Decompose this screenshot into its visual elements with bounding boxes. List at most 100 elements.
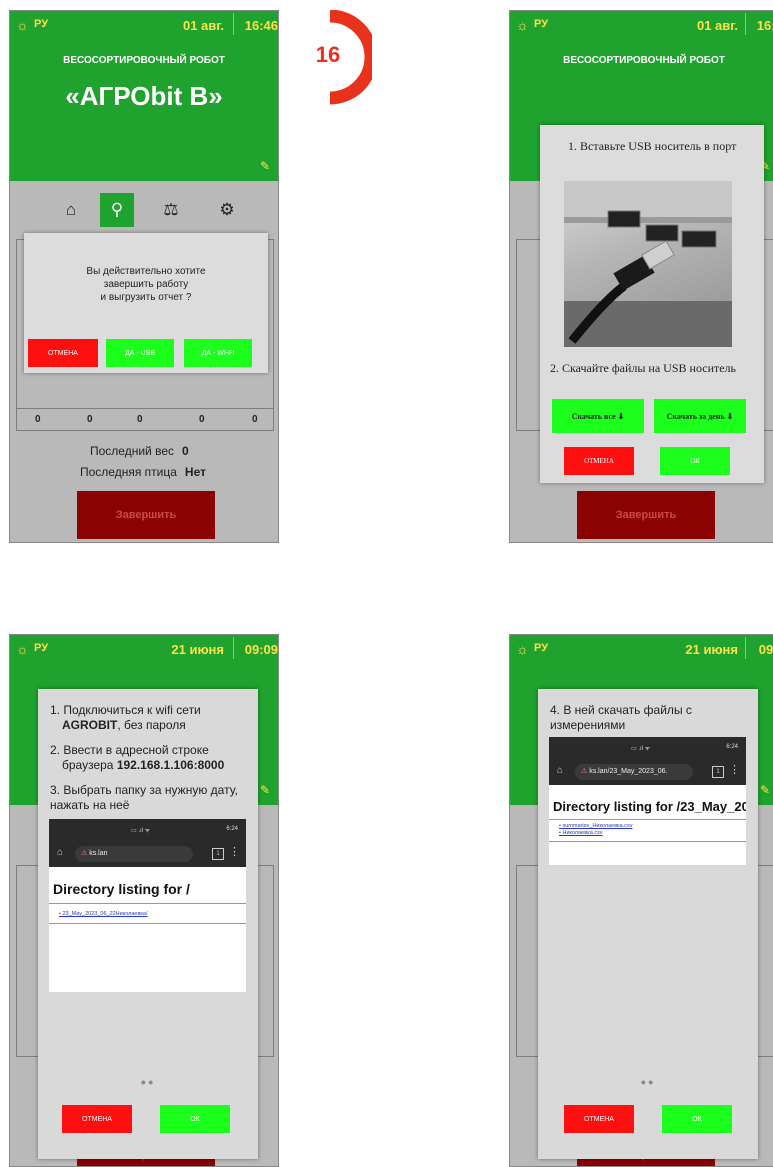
language-label[interactable]: РУ (34, 18, 48, 30)
edit-icon[interactable]: ✎ (760, 783, 770, 797)
confirm-line: завершить работу (103, 279, 189, 290)
date-label: 21 июня (685, 642, 738, 657)
download-icon: ⬇ (615, 411, 625, 421)
sun-icon[interactable]: ☼ (516, 641, 529, 657)
listing-heading: Directory listing for /23_May_2023_ (553, 799, 746, 814)
url-text: ks.lan/23_May_2023_06. (589, 768, 668, 775)
cancel-button[interactable]: ОТМЕНА (62, 1105, 132, 1133)
count-cell: 0 (199, 414, 205, 425)
network-name: AGROBIT (62, 718, 118, 732)
browser-screenshot: ▭ .ıl ᯤ 6:24 ⌂ ⚠ ks.lan/23_May_2023_06. 1… (549, 737, 746, 865)
yes-usb-button[interactable]: ДА - USB (106, 339, 174, 367)
confirm-dialog: Вы действительно хотите завершить работу… (24, 233, 268, 373)
download-day-button[interactable]: Скачать за день ⬇ (654, 399, 746, 433)
wifi-step-2-detail: браузера 192.168.1.106:8000 (50, 758, 260, 773)
time-label: 09:09 (758, 642, 773, 657)
tabs-icon: 1 (212, 848, 224, 860)
lock-icon: ⚠ (581, 768, 590, 775)
count-cell: 0 (137, 414, 143, 425)
lock-icon: ⚠ (81, 850, 90, 857)
phone-status-bar: ▭ .ıl ᯤ 6:24 (49, 819, 246, 841)
cancel-button[interactable]: ОТМЕНА (564, 1105, 634, 1133)
divider (549, 841, 746, 842)
sun-icon[interactable]: ☼ (516, 17, 529, 33)
usb-step-1: 1. Вставьте USB носитель в порт (568, 139, 737, 153)
status-bar: ☼ РУ 21 июня 09:09 (10, 635, 278, 665)
divider (17, 408, 273, 409)
time-label: 09:09 (244, 642, 278, 657)
usb-step-2: 2. Скачайте файлы на USB носитель (550, 361, 737, 375)
folder-link-text: 23_May_2023_06_22Николаевка/ (62, 911, 148, 917)
page-number: 16 (315, 42, 341, 67)
home-icon: ⌂ (557, 765, 564, 776)
menu-icon: ⋮ (229, 846, 240, 858)
phone-status-bar: ▭ .ıl ᯤ 6:24 (549, 737, 746, 759)
divider (233, 637, 234, 659)
last-bird-label: Последняя птица (80, 465, 177, 479)
date-label: 21 июня (171, 642, 224, 657)
download-icon: ⬇ (724, 411, 734, 421)
last-weight-label: Последний вес (90, 444, 174, 458)
settings-icon[interactable]: ⚙ (210, 193, 244, 227)
language-label[interactable]: РУ (534, 18, 548, 30)
menu-icon: ⋮ (729, 764, 740, 776)
nav-row: ⌂ ⚲ ⚖ ⚙ (10, 193, 278, 233)
download-all-button[interactable]: Скачать все ⬇ (552, 399, 644, 433)
edit-icon[interactable]: ✎ (260, 783, 270, 797)
language-label[interactable]: РУ (534, 642, 548, 654)
download-all-label: Скачать все (571, 411, 616, 421)
status-bar: ☼ РУ 01 авг. 16:46 (10, 11, 278, 41)
divider (745, 637, 746, 659)
wifi-dialog: 4. В ней скачать файлы с измерениями ▭ .… (538, 689, 758, 1159)
finish-button[interactable]: Завершить (77, 491, 215, 539)
divider (49, 923, 246, 924)
file-link: • summarize_Николаевка.csv (559, 823, 633, 829)
wifi-step-4: 4. В ней скачать файлы с измерениями (550, 703, 692, 732)
divider (233, 13, 234, 35)
phone-time: 6:24 (226, 826, 238, 832)
cancel-button[interactable]: ОТМЕНА (564, 447, 634, 475)
signal-icon: ▭ .ıl ᯤ (131, 828, 151, 834)
yes-wifi-button[interactable]: ДА - WI-FI (184, 339, 252, 367)
file-link-text: Николаевка.csv (562, 830, 603, 836)
wifi-dialog: 1. Подключиться к wifi сети AGROBIT, без … (38, 689, 258, 1159)
count-cell: 0 (35, 414, 41, 425)
page-indicator: ●● (140, 1077, 156, 1087)
finish-button[interactable]: Завершить (577, 491, 715, 539)
ok-button[interactable]: ОК (160, 1105, 230, 1133)
cancel-button[interactable]: ОТМЕНА (28, 339, 98, 367)
tab-weighing[interactable]: ⚲ (100, 193, 134, 227)
confirm-line: и выгрузить отчет ? (100, 292, 192, 303)
divider (549, 819, 746, 820)
ok-button[interactable]: ОК (662, 1105, 732, 1133)
signal-icon: ▭ .ıl ᯤ (631, 746, 651, 752)
file-link-text: summarize_Николаевка.csv (562, 823, 633, 829)
tab-scales[interactable]: ⚖ (154, 193, 188, 227)
sun-icon[interactable]: ☼ (16, 641, 29, 657)
usb-dialog: 1. Вставьте USB носитель в порт 2. Скача… (540, 125, 764, 483)
device-subtitle: ВЕСОСОРТИРОВОЧНЫЙ РОБОТ (63, 55, 225, 66)
last-bird: Последняя птица Нет (80, 465, 206, 479)
browser-screenshot: ▭ .ıl ᯤ 6:24 ⌂ ⚠ ks.lan 1 ⋮ Directory lis… (49, 819, 246, 992)
date-label: 01 авг. (182, 18, 224, 33)
phone-time: 6:24 (726, 744, 738, 750)
tabs-icon: 1 (712, 766, 724, 778)
url-field: ⚠ ks.lan (75, 846, 193, 862)
ok-button[interactable]: ОК (660, 447, 730, 475)
header-bar: ☼ РУ 01 авг. 16:46 ВЕСОСОРТИРОВОЧНЫЙ РОБ… (10, 11, 278, 181)
address-bar: ⌂ ⚠ ks.lan 1 ⋮ (49, 841, 246, 867)
screen-usb: ☼ РУ 01 авг. 16:46 ВЕСОСОРТИРОВОЧНЫЙ РОБ… (509, 10, 773, 543)
date-label: 01 авг. (696, 18, 738, 33)
last-weight-value: 0 (182, 444, 189, 458)
device-subtitle: ВЕСОСОРТИРОВОЧНЫЙ РОБОТ (563, 55, 725, 66)
home-icon[interactable]: ⌂ (54, 193, 88, 227)
language-label[interactable]: РУ (34, 642, 48, 654)
usb-port-photo (564, 181, 732, 347)
device-title: «АГРОbit B» (65, 81, 223, 111)
download-day-label: Скачать за день (666, 411, 725, 421)
usb-photo-graphic (564, 181, 732, 347)
status-bar: ☼ РУ 21 июня 09:09 (510, 635, 773, 665)
time-label: 16:46 (756, 18, 773, 33)
edit-icon[interactable]: ✎ (260, 159, 270, 173)
sun-icon[interactable]: ☼ (16, 17, 29, 33)
